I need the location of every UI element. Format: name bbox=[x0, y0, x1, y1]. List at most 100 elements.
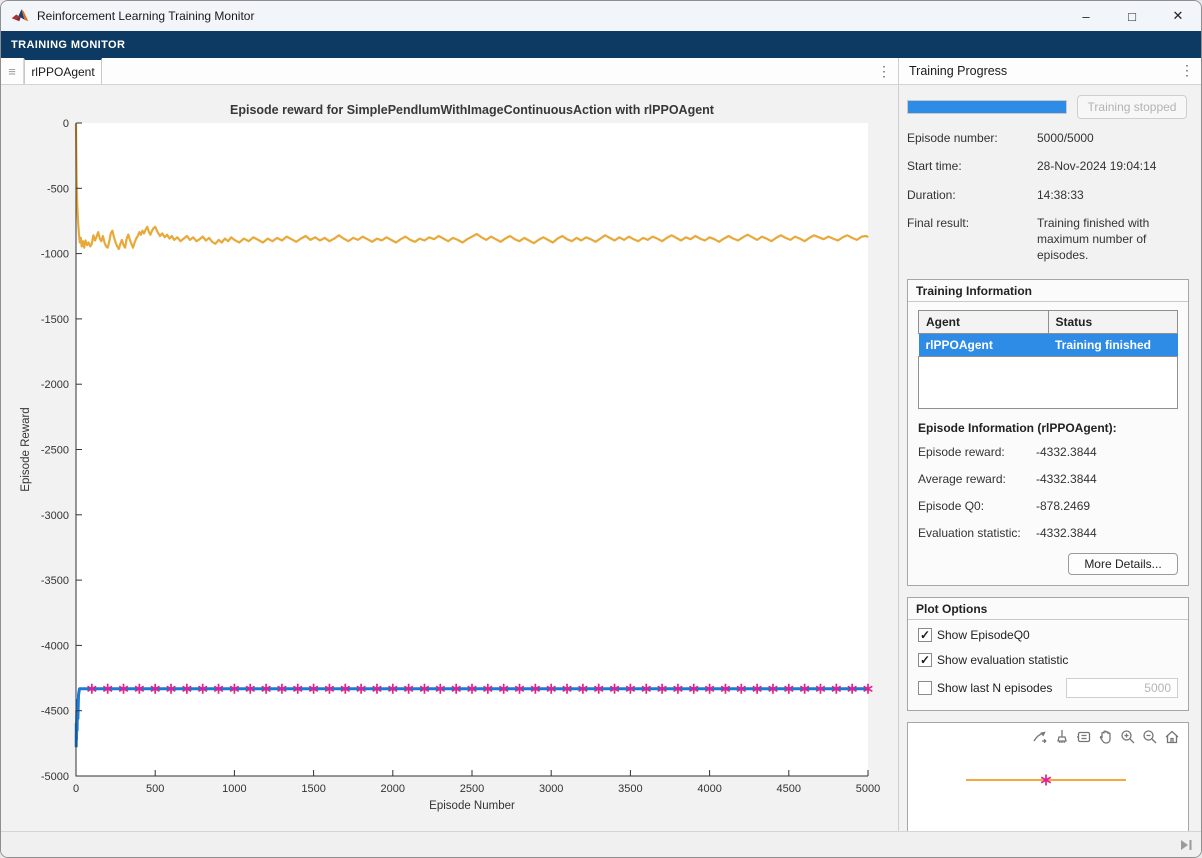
start-time-row: Start time: 28-Nov-2024 19:04:14 bbox=[907, 159, 1189, 175]
toolstrip-tab-training-monitor[interactable]: TRAINING MONITOR bbox=[1, 39, 135, 51]
svg-text:-5000: -5000 bbox=[41, 771, 69, 783]
docbar-menu-icon: ≡ bbox=[8, 64, 16, 79]
agent-column-header[interactable]: Agent bbox=[919, 311, 1049, 334]
training-stopped-button[interactable]: Training stopped bbox=[1077, 95, 1187, 119]
kebab-icon: ⋮ bbox=[1180, 62, 1194, 79]
show-episodeq0-row: ✓ Show EpisodeQ0 bbox=[918, 628, 1178, 642]
svg-text:2500: 2500 bbox=[460, 783, 484, 795]
svg-text:2000: 2000 bbox=[381, 783, 405, 795]
expand-panel-button[interactable] bbox=[1179, 839, 1193, 851]
episode-q0-label: Episode Q0: bbox=[918, 499, 1036, 513]
show-last-n-episodes-checkbox[interactable] bbox=[918, 681, 932, 695]
pan-icon[interactable] bbox=[1097, 728, 1114, 745]
episode-q0-value: -878.2469 bbox=[1036, 499, 1090, 513]
svg-text:1500: 1500 bbox=[301, 783, 325, 795]
svg-text:500: 500 bbox=[146, 783, 164, 795]
show-last-n-episodes-row: Show last N episodes bbox=[918, 678, 1178, 698]
matlab-logo-icon bbox=[11, 8, 29, 24]
start-time-value: 28-Nov-2024 19:04:14 bbox=[1037, 159, 1189, 175]
axes-toolbar bbox=[1031, 728, 1180, 745]
episode-q0-row: Episode Q0: -878.2469 bbox=[918, 499, 1178, 513]
plot-options-panel: Plot Options ✓ Show EpisodeQ0 ✓ Show eva… bbox=[907, 597, 1189, 711]
duration-label: Duration: bbox=[907, 188, 1037, 204]
more-details-button[interactable]: More Details... bbox=[1068, 553, 1178, 575]
svg-text:-3000: -3000 bbox=[41, 510, 69, 522]
show-evaluation-statistic-label: Show evaluation statistic bbox=[937, 653, 1068, 667]
svg-text:-1500: -1500 bbox=[41, 314, 69, 326]
training-information-panel: Training Information Agent Status rlPPOA… bbox=[907, 279, 1189, 586]
maximize-icon: □ bbox=[1128, 9, 1136, 24]
episode-number-label: Episode number: bbox=[907, 131, 1037, 147]
zoom-in-icon[interactable] bbox=[1119, 728, 1136, 745]
duration-row: Duration: 14:38:33 bbox=[907, 188, 1189, 204]
average-reward-label: Average reward: bbox=[918, 472, 1036, 486]
svg-text:5000: 5000 bbox=[856, 783, 880, 795]
episode-number-row: Episode number: 5000/5000 bbox=[907, 131, 1189, 147]
document-actions-kebab[interactable]: ⋮ bbox=[870, 58, 898, 84]
status-cell: Training finished bbox=[1048, 334, 1178, 357]
show-episodeq0-label: Show EpisodeQ0 bbox=[937, 628, 1030, 642]
right-panel-header: Training Progress ⋮ bbox=[899, 58, 1201, 85]
close-icon: ✕ bbox=[1173, 8, 1184, 24]
svg-text:-4000: -4000 bbox=[41, 640, 69, 652]
show-episodeq0-checkbox[interactable]: ✓ bbox=[918, 628, 932, 642]
tab-rlppoagent[interactable]: rlPPOAgent bbox=[24, 58, 102, 84]
close-button[interactable]: ✕ bbox=[1155, 1, 1201, 31]
zoom-out-icon[interactable] bbox=[1141, 728, 1158, 745]
svg-text:0: 0 bbox=[73, 783, 79, 795]
show-evaluation-statistic-row: ✓ Show evaluation statistic bbox=[918, 653, 1178, 667]
episode-reward-chart[interactable]: 0500100015002000250030003500400045005000… bbox=[1, 85, 898, 833]
app-window: Reinforcement Learning Training Monitor … bbox=[0, 0, 1202, 858]
evaluation-statistic-row: Evaluation statistic: -4332.3844 bbox=[918, 526, 1178, 540]
svg-text:Episode Number: Episode Number bbox=[429, 800, 515, 812]
table-empty-row bbox=[919, 357, 1178, 409]
status-bar bbox=[1, 831, 1201, 857]
mini-plot-panel bbox=[907, 722, 1189, 831]
duration-value: 14:38:33 bbox=[1037, 188, 1189, 204]
svg-text:-2000: -2000 bbox=[41, 379, 69, 391]
agent-cell: rlPPOAgent bbox=[919, 334, 1049, 357]
brush-icon[interactable] bbox=[1053, 728, 1070, 745]
kebab-icon: ⋮ bbox=[877, 63, 891, 80]
status-column-header[interactable]: Status bbox=[1048, 311, 1178, 334]
maximize-button[interactable]: □ bbox=[1109, 1, 1155, 31]
average-reward-value: -4332.3844 bbox=[1036, 472, 1097, 486]
minimize-button[interactable]: – bbox=[1063, 1, 1109, 31]
training-progress-bar bbox=[907, 100, 1067, 114]
export-icon[interactable] bbox=[1031, 728, 1048, 745]
training-progress-panel: Training Progress ⋮ Training stopped Epi… bbox=[899, 58, 1201, 831]
svg-text:4500: 4500 bbox=[777, 783, 801, 795]
minimize-icon: – bbox=[1082, 9, 1089, 24]
svg-text:-3500: -3500 bbox=[41, 575, 69, 587]
plot-options-title: Plot Options bbox=[908, 598, 1188, 620]
start-time-label: Start time: bbox=[907, 159, 1037, 175]
docbar-menu-button[interactable]: ≡ bbox=[1, 58, 24, 84]
agents-table: Agent Status rlPPOAgent Training finishe… bbox=[918, 310, 1178, 409]
document-area: ≡ rlPPOAgent ⋮ Episode reward for Simple… bbox=[1, 58, 899, 831]
svg-text:0: 0 bbox=[63, 118, 69, 130]
show-last-n-episodes-label: Show last N episodes bbox=[937, 681, 1052, 695]
restore-view-home-icon[interactable] bbox=[1163, 728, 1180, 745]
evaluation-statistic-label: Evaluation statistic: bbox=[918, 526, 1036, 540]
table-row[interactable]: rlPPOAgent Training finished bbox=[919, 334, 1178, 357]
progress-fill bbox=[908, 101, 1066, 113]
last-n-episodes-input[interactable] bbox=[1066, 678, 1178, 698]
window-title: Reinforcement Learning Training Monitor bbox=[37, 9, 254, 23]
evaluation-statistic-value: -4332.3844 bbox=[1036, 526, 1097, 540]
training-progress-kebab[interactable]: ⋮ bbox=[1173, 62, 1201, 79]
datatip-icon[interactable] bbox=[1075, 728, 1092, 745]
svg-text:Episode Reward: Episode Reward bbox=[20, 407, 32, 491]
svg-text:-2500: -2500 bbox=[41, 445, 69, 457]
svg-text:-1000: -1000 bbox=[41, 249, 69, 261]
svg-text:1000: 1000 bbox=[222, 783, 246, 795]
toolstrip: TRAINING MONITOR bbox=[1, 31, 1201, 58]
svg-text:4000: 4000 bbox=[697, 783, 721, 795]
show-evaluation-statistic-checkbox[interactable]: ✓ bbox=[918, 653, 932, 667]
final-result-row: Final result: Training finished with max… bbox=[907, 216, 1189, 263]
right-panel-title: Training Progress bbox=[899, 64, 1007, 78]
episode-information-title: Episode Information (rlPPOAgent): bbox=[918, 421, 1178, 435]
document-tab-bar: ≡ rlPPOAgent ⋮ bbox=[1, 58, 898, 85]
episode-reward-value: -4332.3844 bbox=[1036, 445, 1097, 459]
svg-text:-500: -500 bbox=[47, 183, 69, 195]
average-reward-row: Average reward: -4332.3844 bbox=[918, 472, 1178, 486]
